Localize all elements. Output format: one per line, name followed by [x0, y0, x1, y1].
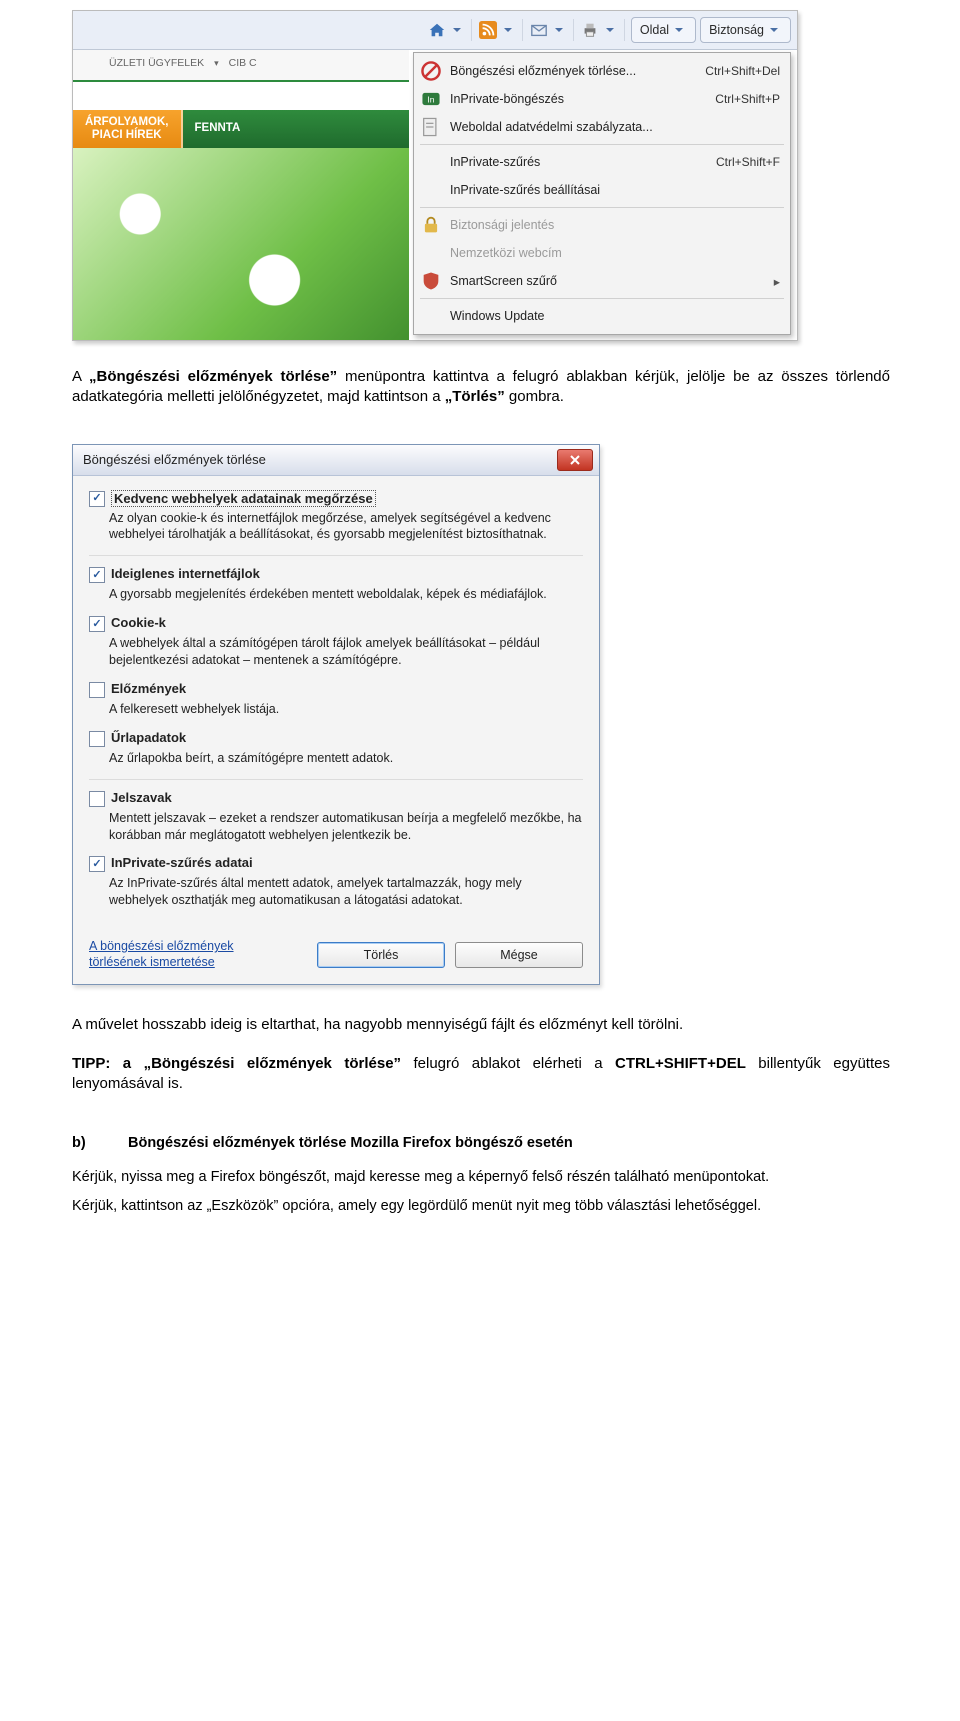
checkbox[interactable] [89, 616, 105, 632]
submenu-arrow-icon: ▸ [774, 274, 780, 289]
section-b: b) Böngészési előzmények törlése Mozilla… [72, 1134, 890, 1217]
security-dropdown-menu: Böngészési előzmények törlése... Ctrl+Sh… [413, 52, 791, 335]
menu-shortcut: Ctrl+Shift+F [716, 155, 780, 169]
webpage-background: ÜZLETI ÜGYFELEK ▾ CIB C ÁRFOLYAMOK, PIAC… [73, 50, 409, 340]
section-letter: b) [72, 1134, 96, 1154]
page-button-label: Oldal [640, 23, 669, 37]
ie-toolbar: Oldal Biztonság [73, 11, 797, 50]
dialog-checkbox-group: Űrlapadatok Az űrlapokba beírt, a számító… [89, 730, 583, 767]
cancel-button[interactable]: Mégse [455, 942, 583, 968]
dropdown-caret [770, 28, 778, 32]
checkbox-label[interactable]: InPrivate-szűrés adatai [111, 855, 253, 870]
tab-label: ÁRFOLYAMOK, [85, 116, 169, 128]
menu-item-inprivate-filter-settings[interactable]: InPrivate-szűrés beállításai [414, 176, 790, 204]
checkbox[interactable] [89, 682, 105, 698]
security-button-label: Biztonság [709, 23, 764, 37]
ie-toolbar-screenshot: Oldal Biztonság ÜZLETI ÜGYFELEK ▾ CIB C … [72, 10, 798, 341]
home-icon[interactable] [427, 20, 447, 40]
checkbox-label[interactable]: Kedvenc webhelyek adatainak megőrzése [111, 490, 376, 507]
checkbox[interactable] [89, 567, 105, 583]
close-icon [569, 454, 581, 466]
about-link[interactable]: A böngészési előzmények törlésének ismer… [89, 939, 234, 970]
dialog-checkbox-group: InPrivate-szűrés adatai Az InPrivate-szűr… [89, 855, 583, 909]
tab-label: FENNTA [195, 122, 241, 135]
menu-item-delete-history[interactable]: Böngészési előzmények törlése... Ctrl+Sh… [414, 57, 790, 85]
checkbox-description: Az InPrivate-szűrés által mentett adatok… [109, 875, 583, 909]
dropdown-caret [675, 28, 683, 32]
checkbox[interactable] [89, 731, 105, 747]
menu-shortcut: Ctrl+Shift+Del [705, 64, 780, 78]
section-b-p2: Kérjük, kattintson az „Eszközök” opcióra… [72, 1197, 890, 1217]
tab-rates-news[interactable]: ÁRFOLYAMOK, PIACI HÍREK [73, 110, 183, 148]
menu-label: Windows Update [450, 309, 780, 323]
checkbox-description: A felkeresett webhelyek listája. [109, 701, 583, 718]
delete-history-dialog: Böngészési előzmények törlése Kedvenc we… [72, 444, 600, 986]
menu-label: Böngészési előzmények törlése... [450, 64, 697, 78]
nav-item[interactable]: ÜZLETI ÜGYFELEK [109, 57, 204, 69]
menu-item-international-url: Nemzetközi webcím [414, 239, 790, 267]
printer-icon[interactable] [580, 20, 600, 40]
nav-item[interactable]: CIB C [229, 57, 257, 69]
paragraph-1: A „Böngészési előzmények törlése” menüpo… [72, 367, 890, 408]
checkbox-description: Az űrlapokba beírt, a számítógépre mente… [109, 750, 583, 767]
dialog-checkbox-group: Kedvenc webhelyek adatainak megőrzése Az … [89, 490, 583, 544]
menu-shortcut: Ctrl+Shift+P [715, 92, 780, 106]
tab-label: PIACI HÍREK [92, 129, 162, 141]
checkbox-label[interactable]: Cookie-k [111, 615, 166, 630]
security-button[interactable]: Biztonság [700, 17, 791, 43]
section-title: Böngészési előzmények törlése Mozilla Fi… [128, 1134, 573, 1154]
menu-item-privacy-policy[interactable]: Weboldal adatvédelmi szabályzata... [414, 113, 790, 141]
delete-button[interactable]: Törlés [317, 942, 445, 968]
paragraph-tip: TIPP: a „Böngészési előzmények törlése” … [72, 1054, 890, 1095]
privacy-policy-icon [420, 118, 442, 136]
delete-history-icon [420, 62, 442, 80]
menu-item-smartscreen[interactable]: SmartScreen szűrő ▸ [414, 267, 790, 295]
inprivate-icon: In [420, 90, 442, 108]
dropdown-caret[interactable] [606, 28, 614, 32]
rss-icon[interactable] [478, 20, 498, 40]
menu-label: Weboldal adatvédelmi szabályzata... [450, 120, 780, 134]
svg-text:In: In [427, 95, 434, 105]
menu-label: InPrivate-szűrés beállításai [450, 183, 780, 197]
menu-item-inprivate-browsing[interactable]: In InPrivate-böngészés Ctrl+Shift+P [414, 85, 790, 113]
checkbox-label[interactable]: Jelszavak [111, 790, 172, 805]
checkbox-label[interactable]: Előzmények [111, 681, 186, 696]
dropdown-caret[interactable] [453, 28, 461, 32]
dialog-checkbox-group: Előzmények A felkeresett webhelyek listáj… [89, 681, 583, 718]
menu-item-windows-update[interactable]: Windows Update [414, 302, 790, 330]
checkbox-description: Mentett jelszavak – ezeket a rendszer au… [109, 810, 583, 844]
dialog-checkbox-group: Cookie-k A webhelyek által a számítógépen… [89, 615, 583, 669]
checkbox-description: A gyorsabb megjelenítés érdekében mentet… [109, 586, 583, 603]
checkbox[interactable] [89, 856, 105, 872]
menu-label: Nemzetközi webcím [450, 246, 780, 260]
checkbox[interactable] [89, 491, 105, 507]
mail-icon[interactable] [529, 20, 549, 40]
menu-label: InPrivate-böngészés [450, 92, 707, 106]
checkbox-label[interactable]: Ideiglenes internetfájlok [111, 566, 260, 581]
dropdown-caret[interactable] [504, 28, 512, 32]
lock-icon [420, 216, 442, 234]
page-button[interactable]: Oldal [631, 17, 696, 43]
checkbox-label: Kedvenc webhelyek adatainak megőrzése [111, 490, 376, 507]
menu-item-security-report: Biztonsági jelentés [414, 211, 790, 239]
dialog-checkbox-group: Jelszavak Mentett jelszavak – ezeket a re… [89, 790, 583, 844]
menu-label: Biztonsági jelentés [450, 218, 780, 232]
dialog-checkbox-group: Ideiglenes internetfájlok A gyorsabb megj… [89, 566, 583, 603]
menu-label: SmartScreen szűrő [450, 274, 760, 288]
checkbox-description: Az olyan cookie-k és internetfájlok megő… [109, 510, 583, 544]
close-button[interactable] [557, 449, 593, 471]
menu-label: InPrivate-szűrés [450, 155, 708, 169]
paragraph-2: A művelet hosszabb ideig is eltarthat, h… [72, 1015, 890, 1035]
dropdown-caret[interactable] [555, 28, 563, 32]
dialog-title-text: Böngészési előzmények törlése [83, 452, 266, 467]
smartscreen-icon [420, 272, 442, 290]
menu-item-inprivate-filter[interactable]: InPrivate-szűrés Ctrl+Shift+F [414, 148, 790, 176]
checkbox-label[interactable]: Űrlapadatok [111, 730, 186, 745]
checkbox[interactable] [89, 791, 105, 807]
checkbox-description: A webhelyek által a számítógépen tárolt … [109, 635, 583, 669]
section-b-p1: Kérjük, nyissa meg a Firefox böngészőt, … [72, 1168, 890, 1188]
dialog-titlebar: Böngészési előzmények törlése [73, 445, 599, 476]
tab-sustainability[interactable]: FENNTA [183, 110, 410, 148]
